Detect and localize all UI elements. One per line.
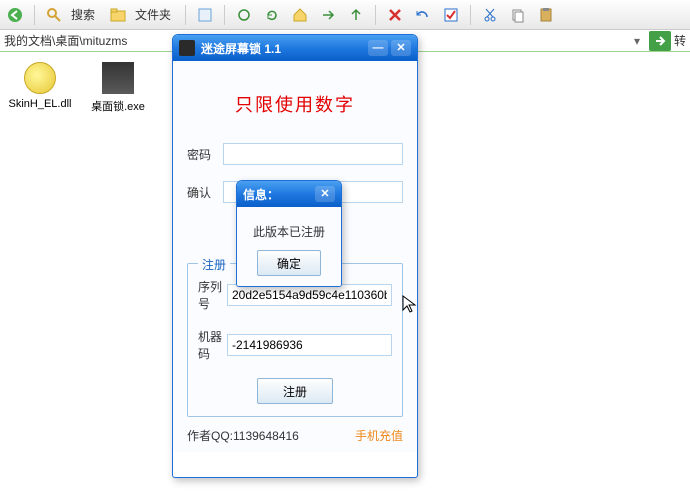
close-button[interactable]: ✕ bbox=[391, 40, 411, 56]
undo-icon[interactable] bbox=[412, 4, 434, 26]
file-item[interactable]: SkinH_EL.dll bbox=[8, 62, 72, 110]
footer: 作者QQ:1139648416 手机充值 bbox=[187, 427, 403, 444]
delete-icon[interactable] bbox=[384, 4, 406, 26]
check-icon[interactable] bbox=[440, 4, 462, 26]
search-label[interactable]: 搜索 bbox=[71, 6, 95, 23]
dialog-message: 此版本已注册 bbox=[245, 223, 333, 240]
file-label: 桌面锁.exe bbox=[86, 98, 150, 114]
password-label: 密码 bbox=[187, 146, 223, 163]
cut-icon[interactable] bbox=[479, 4, 501, 26]
machine-label: 机器码 bbox=[198, 328, 227, 362]
confirm-label: 确认 bbox=[187, 184, 223, 201]
minimize-button[interactable]: — bbox=[368, 40, 388, 56]
home-icon[interactable] bbox=[289, 4, 311, 26]
register-button[interactable]: 注册 bbox=[257, 378, 333, 404]
serial-label: 序列号 bbox=[198, 278, 227, 312]
recharge-link[interactable]: 手机充值 bbox=[355, 427, 403, 444]
folders-icon[interactable] bbox=[107, 4, 129, 26]
app-icon bbox=[179, 40, 195, 56]
copy-icon[interactable] bbox=[507, 4, 529, 26]
go-button[interactable] bbox=[649, 31, 671, 51]
file-item[interactable]: 桌面锁.exe bbox=[86, 62, 150, 114]
dialog-body: 此版本已注册 确定 bbox=[237, 207, 341, 286]
main-titlebar[interactable]: 迷途屏幕锁 1.1 — ✕ bbox=[173, 35, 417, 61]
notice-text: 只限使用数字 bbox=[187, 91, 403, 117]
up-icon[interactable] bbox=[345, 4, 367, 26]
folders-label[interactable]: 文件夹 bbox=[135, 6, 171, 23]
author-qq: 作者QQ:1139648416 bbox=[187, 427, 299, 444]
info-dialog: 信息： ✕ 此版本已注册 确定 bbox=[236, 180, 342, 287]
ok-button[interactable]: 确定 bbox=[257, 250, 321, 276]
dialog-close-button[interactable]: ✕ bbox=[315, 186, 335, 202]
exe-icon bbox=[102, 62, 134, 94]
password-input[interactable] bbox=[223, 143, 403, 165]
group-legend: 注册 bbox=[198, 256, 230, 273]
file-label: SkinH_EL.dll bbox=[8, 98, 72, 110]
search-icon[interactable] bbox=[43, 4, 65, 26]
dll-icon bbox=[24, 62, 56, 94]
main-title: 迷途屏幕锁 1.1 bbox=[201, 40, 365, 57]
refresh-icon[interactable] bbox=[261, 4, 283, 26]
serial-input[interactable] bbox=[227, 284, 392, 306]
dialog-title: 信息： bbox=[243, 186, 312, 203]
sync-icon[interactable] bbox=[233, 4, 255, 26]
go-label: 转 bbox=[674, 32, 686, 49]
explorer-toolbar: 搜索 文件夹 bbox=[0, 0, 690, 30]
dialog-titlebar[interactable]: 信息： ✕ bbox=[237, 181, 341, 207]
back-icon[interactable] bbox=[4, 4, 26, 26]
views-icon[interactable] bbox=[194, 4, 216, 26]
paste-icon[interactable] bbox=[535, 4, 557, 26]
address-dropdown-icon[interactable]: ▾ bbox=[628, 34, 646, 48]
machine-input[interactable] bbox=[227, 334, 392, 356]
forward-icon[interactable] bbox=[317, 4, 339, 26]
